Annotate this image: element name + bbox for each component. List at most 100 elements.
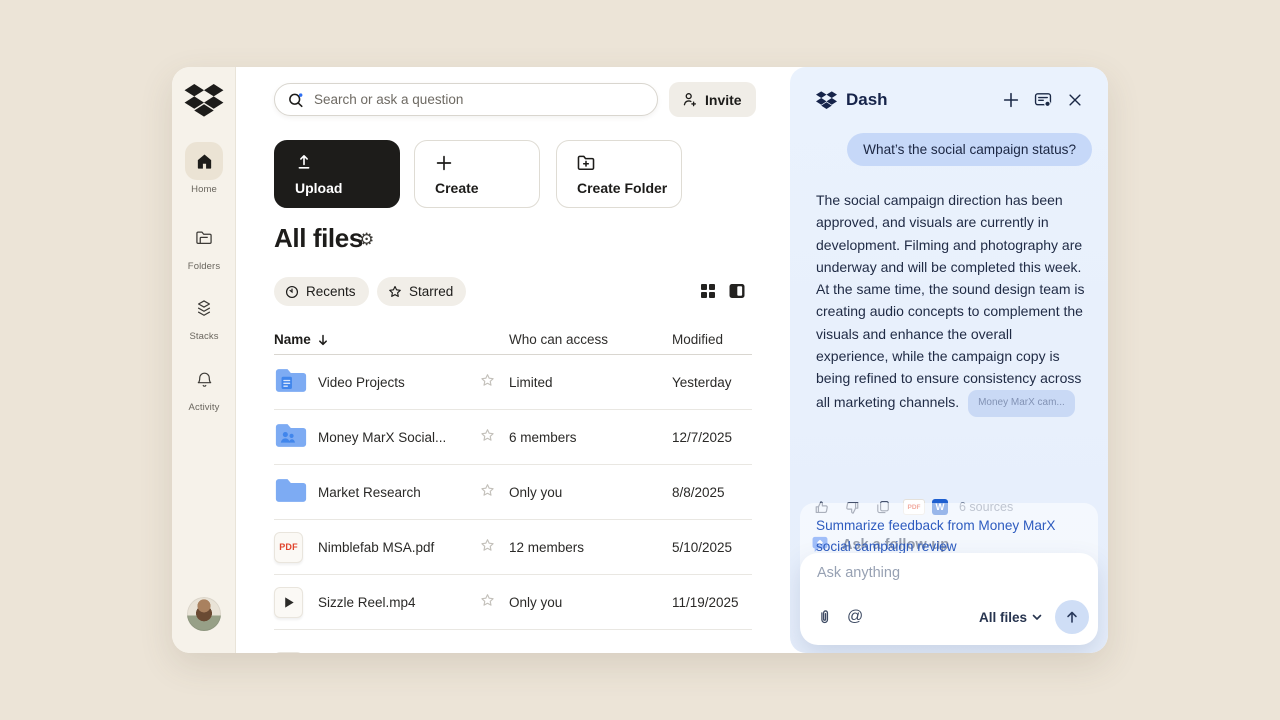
sidebar-label-home: Home xyxy=(172,184,236,195)
file-name: Sizzle Reel.mp4 xyxy=(318,595,479,610)
settings-gear-icon[interactable]: ⚙︎ xyxy=(359,230,374,250)
sort-descending-icon xyxy=(317,334,329,346)
upload-label: Upload xyxy=(295,180,342,196)
user-message-bubble: What’s the social campaign status? xyxy=(847,133,1092,166)
assistant-response-text: The social campaign direction has been a… xyxy=(816,192,1084,410)
assistant-response: The social campaign direction has been a… xyxy=(816,189,1088,417)
page-title: All files xyxy=(274,223,363,254)
source-chip[interactable]: Money MarX cam... xyxy=(968,390,1075,417)
file-name: Video Projects xyxy=(318,375,479,390)
attach-icon[interactable] xyxy=(815,608,834,627)
sidebar-item-stacks[interactable]: Stacks xyxy=(172,289,236,342)
table-row[interactable]: PDF Nimblefab MSA.pdf 12 members 5/10/20… xyxy=(274,520,752,575)
file-access: Only you xyxy=(509,485,672,500)
sidebar-label-activity: Activity xyxy=(172,402,236,413)
video-file-icon xyxy=(274,587,303,618)
recents-label: Recents xyxy=(306,284,356,299)
folder-icon xyxy=(274,476,318,508)
table-header: Name Who can access Modified xyxy=(274,325,752,355)
file-access: 6 members xyxy=(509,430,672,445)
file-name: Money MarX Social... xyxy=(318,430,479,445)
close-icon[interactable] xyxy=(1062,87,1088,113)
create-folder-button[interactable]: Create Folder xyxy=(556,140,682,208)
column-header-access[interactable]: Who can access xyxy=(509,332,672,347)
scope-selector[interactable]: All files xyxy=(979,610,1043,625)
sidebar-item-folders[interactable]: Folders xyxy=(172,219,236,272)
row-star-icon[interactable] xyxy=(479,592,509,612)
table-row[interactable]: Video Projects Limited Yesterday xyxy=(274,355,752,410)
table-row[interactable]: Money MarX Social... 6 members 12/7/2025 xyxy=(274,410,752,465)
file-access: 12 members xyxy=(509,540,672,555)
file-access: Only you xyxy=(509,595,672,610)
file-modified: 11/19/2025 xyxy=(672,595,752,610)
sidebar-label-stacks: Stacks xyxy=(172,331,236,342)
ask-input-card: @ All files xyxy=(800,553,1098,645)
upload-icon xyxy=(293,152,315,179)
split-view-icon[interactable] xyxy=(729,283,745,299)
person-add-icon xyxy=(680,90,699,109)
folder-documents-icon xyxy=(274,366,318,398)
arrow-up-icon xyxy=(1063,608,1081,626)
input-toolbar: @ All files xyxy=(800,599,1098,635)
folder-shared-icon xyxy=(274,421,318,453)
sidebar-item-activity[interactable]: Activity xyxy=(172,360,236,413)
folders-icon xyxy=(185,219,223,257)
chat-history-icon[interactable] xyxy=(1030,87,1056,113)
invite-button[interactable]: Invite xyxy=(669,82,756,117)
mention-icon[interactable]: @ xyxy=(847,608,863,626)
dropbox-window: Home Folders Stacks xyxy=(172,67,1108,653)
dash-title: Dash xyxy=(846,90,888,110)
file-icon xyxy=(274,652,303,653)
row-star-icon[interactable] xyxy=(479,427,509,447)
row-star-icon[interactable] xyxy=(479,537,509,557)
plus-icon xyxy=(433,152,455,179)
search-ai-icon xyxy=(287,91,305,109)
pdf-file-icon: PDF xyxy=(274,532,303,563)
sidebar-item-home[interactable]: Home xyxy=(172,142,236,195)
sidebar-label-folders: Folders xyxy=(172,261,236,272)
sidebar: Home Folders Stacks xyxy=(172,67,236,653)
recents-filter-chip[interactable]: Recents xyxy=(274,277,369,306)
column-header-name[interactable]: Name xyxy=(274,332,479,347)
invite-label: Invite xyxy=(705,92,742,108)
file-name: Market Research xyxy=(318,485,479,500)
clock-icon xyxy=(284,284,300,300)
ask-input[interactable] xyxy=(817,565,1067,581)
star-icon xyxy=(387,284,403,300)
search-bar[interactable] xyxy=(274,83,658,116)
create-button[interactable]: Create xyxy=(414,140,540,208)
table-row[interactable]: Sizzle Reel.mp4 Only you 11/19/2025 xyxy=(274,575,752,630)
user-avatar[interactable] xyxy=(187,597,221,631)
dash-panel: Dash What’s the social campaign status? xyxy=(790,67,1108,653)
create-folder-label: Create Folder xyxy=(577,180,667,196)
row-star-icon[interactable] xyxy=(479,482,509,502)
dash-logo-icon xyxy=(816,91,837,110)
upload-button[interactable]: Upload xyxy=(274,140,400,208)
bell-icon xyxy=(185,360,223,398)
column-header-modified[interactable]: Modified xyxy=(672,332,752,347)
new-chat-icon[interactable] xyxy=(998,87,1024,113)
chevron-down-icon xyxy=(1031,611,1043,623)
send-button[interactable] xyxy=(1055,600,1089,634)
file-access: Limited xyxy=(509,375,672,390)
stacks-icon xyxy=(185,289,223,327)
folder-plus-icon xyxy=(575,152,597,179)
search-input[interactable] xyxy=(314,92,645,107)
file-modified: 5/10/2025 xyxy=(672,540,752,555)
file-name: Nimblefab MSA.pdf xyxy=(318,540,479,555)
starred-filter-chip[interactable]: Starred xyxy=(377,277,466,306)
create-label: Create xyxy=(435,180,479,196)
file-modified: Yesterday xyxy=(672,375,752,390)
row-star-icon[interactable] xyxy=(479,372,509,392)
dropbox-logo-icon[interactable] xyxy=(184,84,224,118)
file-modified: 8/8/2025 xyxy=(672,485,752,500)
grid-view-icon[interactable] xyxy=(700,283,716,299)
table-row[interactable]: Market Research Only you 8/8/2025 xyxy=(274,465,752,520)
home-icon xyxy=(185,142,223,180)
starred-label: Starred xyxy=(409,284,453,299)
table-row-partial[interactable] xyxy=(274,630,752,653)
file-table: Name Who can access Modified Video xyxy=(274,325,752,653)
dash-header: Dash xyxy=(816,86,1088,114)
scope-label: All files xyxy=(979,610,1027,625)
file-modified: 12/7/2025 xyxy=(672,430,752,445)
